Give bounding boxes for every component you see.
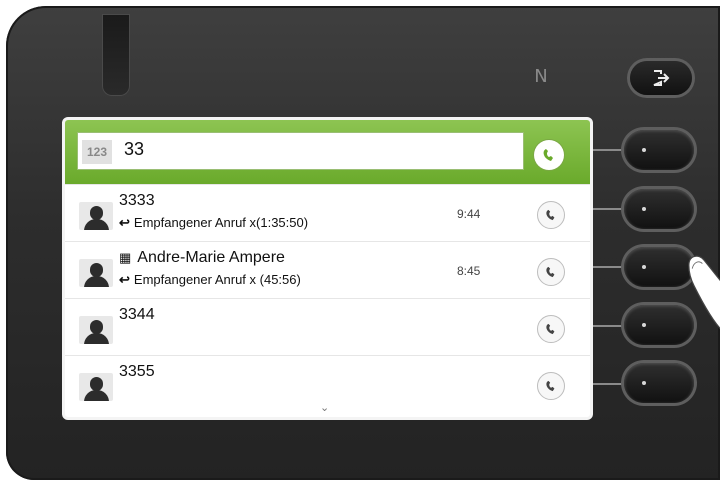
logout-button[interactable] xyxy=(630,61,692,95)
call-detail-text: Empfangener Anruf x (45:56) xyxy=(133,272,301,287)
call-detail-text: Empfangener Anruf x(1:35:50) xyxy=(133,215,309,230)
call-button[interactable] xyxy=(537,258,565,286)
contact-name: 3344 xyxy=(119,306,155,323)
avatar xyxy=(79,373,113,401)
contact-name-text: Andre-Marie Ampere xyxy=(137,249,285,266)
list-item[interactable]: ▦ Andre-Marie Ampere ↩ Empfangener Anruf x… xyxy=(65,241,590,298)
softkey-dot xyxy=(642,265,646,269)
contact-name: ▦ Andre-Marie Ampere xyxy=(119,249,285,267)
incoming-call-icon: ↩ xyxy=(119,272,130,287)
nfc-icon: N xyxy=(534,66,548,87)
softkey-dot xyxy=(642,381,646,385)
incoming-call-icon: ↩ xyxy=(119,215,130,230)
input-mode-badge[interactable]: 123 xyxy=(82,140,112,164)
list-item[interactable]: 3344 xyxy=(65,298,590,355)
dial-input-value: 33 xyxy=(124,139,145,159)
dial-call-button[interactable] xyxy=(534,140,564,170)
pointing-finger-icon xyxy=(688,255,720,330)
phone-icon xyxy=(546,323,555,335)
dial-header: 123 33 xyxy=(65,120,590,184)
call-button[interactable] xyxy=(537,201,565,229)
phone-icon xyxy=(543,149,553,161)
building-icon: ▦ xyxy=(119,250,132,265)
call-button[interactable] xyxy=(537,315,565,343)
softkey-2[interactable] xyxy=(624,189,694,229)
handset-slot xyxy=(102,14,130,96)
phone-display: 123 33 3333 ↩ Empfangener Anruf x(1:35:50… xyxy=(62,117,593,420)
softkey-dot xyxy=(642,323,646,327)
phone-icon xyxy=(546,380,555,392)
phone-icon xyxy=(546,266,555,278)
call-detail: ↩ Empfangener Anruf x (45:56) xyxy=(119,272,301,288)
contact-name: 3333 xyxy=(119,192,155,209)
logout-arrow-icon xyxy=(653,70,670,86)
softkey-1[interactable] xyxy=(624,130,694,170)
phone-icon xyxy=(546,209,555,221)
avatar xyxy=(79,316,113,344)
contact-name: 3355 xyxy=(119,363,155,380)
call-time: 8:45 xyxy=(457,264,481,278)
call-time: 9:44 xyxy=(457,207,481,221)
softkey-dot xyxy=(642,207,646,211)
scroll-down-icon: ⌄ xyxy=(320,402,330,414)
softkey-dot xyxy=(642,148,646,152)
list-item[interactable]: 3333 ↩ Empfangener Anruf x(1:35:50) 9:44 xyxy=(65,184,590,241)
dial-input[interactable]: 123 33 xyxy=(77,132,524,170)
avatar xyxy=(79,259,113,287)
avatar xyxy=(79,202,113,230)
call-button[interactable] xyxy=(537,372,565,400)
call-detail: ↩ Empfangener Anruf x(1:35:50) xyxy=(119,215,308,231)
